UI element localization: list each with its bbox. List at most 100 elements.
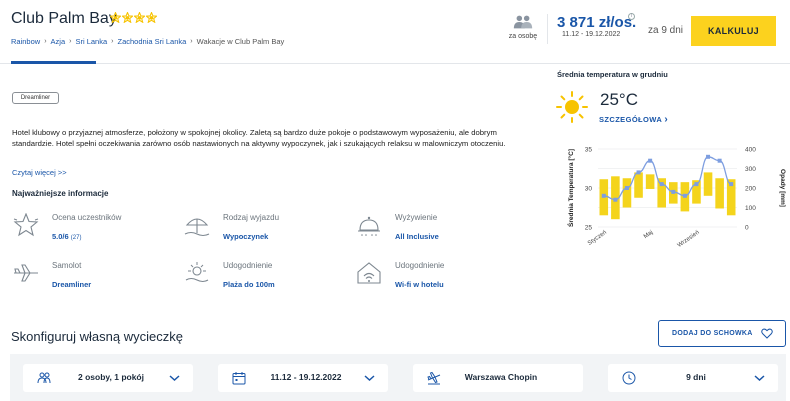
star-icon xyxy=(109,11,122,24)
temperature-point xyxy=(682,193,687,198)
chevron-right-icon: › xyxy=(44,38,47,45)
y-tick-label-left: 25 xyxy=(585,225,593,232)
persons-dropdown[interactable]: 2 osoby, 1 pokój xyxy=(23,364,193,392)
info-value: Wypoczynek xyxy=(223,232,269,241)
info-item-rating: Ocena uczestników 5.0/6 (27) xyxy=(12,212,162,243)
info-label: Udogodnienie xyxy=(223,261,273,270)
add-to-wishlist-label: DODAJ DO SCHOWKA xyxy=(672,330,753,337)
precipitation-bar xyxy=(622,178,632,208)
weather-details-label: SZCZEGÓŁOWA xyxy=(599,115,662,124)
breadcrumb-current: Wakacje w Club Palm Bay xyxy=(196,37,285,46)
precipitation-bar xyxy=(634,172,643,198)
breadcrumb-link[interactable]: Rainbow xyxy=(11,37,40,46)
chevron-right-icon: › xyxy=(111,38,114,45)
chevron-down-icon xyxy=(754,375,765,382)
read-more-link[interactable]: Czytaj więcej >> xyxy=(12,168,67,177)
temperature-value: 25°C xyxy=(600,90,638,109)
info-label: Udogodnienie xyxy=(395,261,445,270)
rating-star-icon xyxy=(12,212,40,237)
breadcrumb: Rainbow › Azja › Sri Lanka › Zachodnia S… xyxy=(11,37,284,46)
duration-dropdown[interactable]: 9 dni xyxy=(608,364,778,392)
configurator-bar: 2 osoby, 1 pokój 11.12 - 19.12.2022 Wars… xyxy=(10,354,786,401)
hotel-description: Hotel klubowy o przyjaznej atmosferze, p… xyxy=(12,128,506,148)
breadcrumb-link[interactable]: Zachodnia Sri Lanka xyxy=(118,37,187,46)
info-item-beach: Udogodnienie Plaża do 100m xyxy=(183,261,333,291)
x-tick-label: Maj xyxy=(643,230,654,240)
rating-value: 5.0/6 xyxy=(52,232,69,241)
info-value: Plaża do 100m xyxy=(223,280,275,289)
duration-value: 9 dni xyxy=(686,372,706,382)
price: 3 871 zł/os. xyxy=(557,14,637,31)
temperature-point xyxy=(659,182,664,187)
breadcrumb-link[interactable]: Sri Lanka xyxy=(75,37,107,46)
persons-label: za osobę xyxy=(508,33,538,40)
y-tick-label-left: 30 xyxy=(585,186,593,193)
food-cloche-icon xyxy=(355,213,383,237)
temperature-point xyxy=(729,182,734,187)
y-tick-label-right: 400 xyxy=(745,147,756,154)
chevron-down-icon xyxy=(169,375,180,382)
beach-umbrella-icon xyxy=(183,213,211,237)
calculate-button[interactable]: KALKULUJ xyxy=(691,16,776,46)
info-heading: Najważniejsze informacje xyxy=(12,189,109,198)
dates-dropdown[interactable]: 11.12 - 19.12.2022 xyxy=(218,364,388,392)
breadcrumb-link[interactable]: Azja xyxy=(51,37,66,46)
info-value: Dreamliner xyxy=(52,280,92,289)
departure-dropdown[interactable]: Warszawa Chopin xyxy=(413,364,583,392)
chevron-right-icon: › xyxy=(190,38,193,45)
temperature-point xyxy=(671,189,676,194)
temperature-point xyxy=(717,158,722,163)
dates-value: 11.12 - 19.12.2022 xyxy=(270,372,342,382)
persons-value: 2 osoby, 1 pokój xyxy=(78,372,144,382)
active-tab-indicator xyxy=(11,61,96,64)
y-tick-label-right: 300 xyxy=(745,166,756,173)
info-label: Wyżywienie xyxy=(395,213,438,222)
sun-sea-icon xyxy=(183,261,211,285)
sun-icon xyxy=(556,91,588,123)
star-icon xyxy=(133,11,146,24)
temperature-point xyxy=(624,186,629,190)
rating-count: (27) xyxy=(70,235,82,241)
people-icon xyxy=(513,15,533,29)
divider xyxy=(547,14,548,44)
temperature-point xyxy=(706,154,711,159)
half-star-icon xyxy=(145,11,158,24)
y-axis-title-right: Opady [mm] xyxy=(779,169,786,207)
temperature-point xyxy=(613,197,618,202)
info-label: Ocena uczestników xyxy=(52,213,122,222)
clock-icon xyxy=(622,371,636,385)
chevron-right-icon: › xyxy=(69,38,72,45)
info-label: Rodzaj wyjazdu xyxy=(223,213,280,222)
x-tick-label: Styczeń xyxy=(587,230,608,247)
info-item-trip-type: Rodzaj wyjazdu Wypoczynek xyxy=(183,213,333,243)
y-tick-label-right: 200 xyxy=(745,186,756,193)
departure-plane-icon xyxy=(427,371,441,385)
people-icon xyxy=(37,372,51,384)
departure-value: Warszawa Chopin xyxy=(464,372,538,382)
star-rating xyxy=(109,11,158,26)
info-item-plane: Samolot Dreamliner xyxy=(12,261,162,291)
airplane-icon xyxy=(12,261,40,285)
chevron-down-icon xyxy=(364,375,375,382)
precipitation-bar xyxy=(703,172,713,196)
persons-selector[interactable]: za osobę xyxy=(506,14,540,40)
temperature-point xyxy=(636,170,641,175)
temperature-point xyxy=(648,158,653,163)
y-tick-label-left: 35 xyxy=(585,147,593,154)
info-item-wifi: Udogodnienie Wi-fi w hotelu xyxy=(355,261,505,291)
trip-duration: za 9 dni xyxy=(648,25,684,36)
info-value: Wi-fi w hotelu xyxy=(395,280,444,289)
info-value: 5.0/6 (27) xyxy=(52,232,81,241)
info-item-board: Wyżywienie All Inclusive xyxy=(355,213,505,243)
temperature-heading: Średnia temperatura w grudniu xyxy=(557,70,668,79)
climate-chart: 0 100 200 300 400 25 30 35 Styczeń Maj Wrzesień Śre… xyxy=(566,147,786,249)
trip-dates: 11.12 - 19.12.2022 xyxy=(562,31,621,38)
star-icon xyxy=(121,11,134,24)
y-axis-title-left: Średnia Temperatura [°C] xyxy=(566,149,575,227)
calendar-icon xyxy=(232,372,246,385)
info-icon[interactable]: i xyxy=(628,13,635,20)
plane-badge: Dreamliner xyxy=(12,92,59,104)
info-value: All Inclusive xyxy=(395,232,439,241)
weather-details-link[interactable]: SZCZEGÓŁOWA › xyxy=(599,114,668,125)
add-to-wishlist-button[interactable]: DODAJ DO SCHOWKA xyxy=(658,320,786,347)
